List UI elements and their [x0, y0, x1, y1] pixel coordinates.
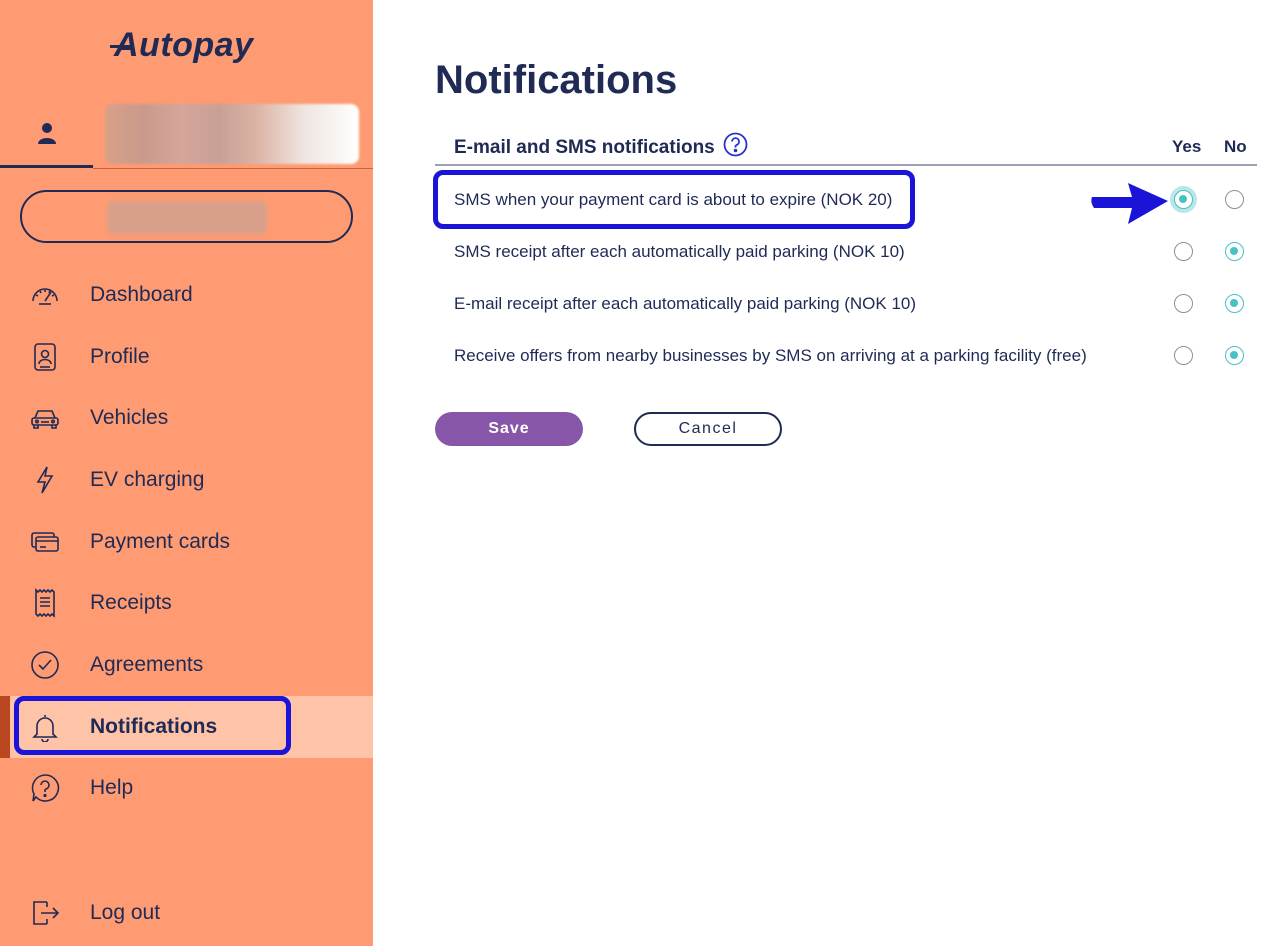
sidebar-item-label: Dashboard [90, 282, 193, 306]
sidebar-item-label: Profile [90, 344, 150, 368]
sidebar-item-dashboard[interactable]: Dashboard [0, 264, 373, 326]
car-icon [30, 403, 60, 433]
account-name-blurred [105, 104, 359, 164]
notification-row: SMS receipt after each automatically pai… [435, 226, 1257, 278]
sidebar-item-label: Help [90, 776, 134, 800]
sidebar-item-label: Receipts [90, 591, 172, 615]
notification-label: E-mail receipt after each automatically … [454, 294, 917, 313]
annotation-highlight-notifications [14, 696, 291, 755]
question-circle-icon[interactable] [723, 132, 748, 157]
sidebar-item-ev-charging[interactable]: EV charging [0, 449, 373, 511]
sidebar-item-label: Payment cards [90, 529, 231, 553]
logout-button[interactable]: Log out [0, 883, 373, 943]
sidebar: Autopay Dashboard Profile Vehicles EV ch… [0, 0, 373, 946]
user-icon [37, 122, 56, 144]
save-button[interactable]: Save [435, 412, 583, 446]
column-header-no: No [1224, 137, 1247, 156]
page-title: Notifications [435, 58, 678, 102]
notification-label: Receive offers from nearby businesses by… [454, 346, 1087, 365]
column-header-yes: Yes [1172, 137, 1202, 156]
autopay-logo[interactable]: Autopay [110, 26, 254, 65]
radio-yes[interactable] [1174, 190, 1193, 209]
check-circle-icon [30, 650, 60, 680]
sidebar-item-help[interactable]: Help [0, 758, 373, 820]
radio-no[interactable] [1225, 346, 1244, 365]
account-selector-blurred [107, 201, 267, 234]
sidebar-item-vehicles[interactable]: Vehicles [0, 387, 373, 449]
radio-no[interactable] [1225, 294, 1244, 313]
credit-cards-icon [30, 527, 60, 557]
sidebar-item-profile[interactable]: Profile [0, 326, 373, 388]
notification-label: SMS receipt after each automatically pai… [454, 242, 905, 261]
section-header: E-mail and SMS notifications [454, 137, 715, 158]
sidebar-item-label: Vehicles [90, 406, 169, 430]
radio-no[interactable] [1225, 242, 1244, 261]
radio-no[interactable] [1225, 190, 1244, 209]
annotation-highlight-row [433, 170, 915, 229]
active-marker [0, 695, 10, 758]
sidebar-item-receipts[interactable]: Receipts [0, 572, 373, 634]
sidebar-item-agreements[interactable]: Agreements [0, 634, 373, 696]
id-badge-icon [30, 342, 60, 372]
speedometer-icon [30, 280, 60, 310]
radio-yes[interactable] [1174, 346, 1193, 365]
receipt-icon [30, 588, 60, 619]
sidebar-item-payment-cards[interactable]: Payment cards [0, 511, 373, 573]
lightning-icon [30, 465, 60, 495]
notification-row: Receive offers from nearby businesses by… [435, 330, 1257, 382]
annotation-arrow-icon [1091, 183, 1168, 224]
notifications-table-header: E-mail and SMS notifications Yes No [435, 128, 1257, 166]
radio-yes[interactable] [1174, 294, 1193, 313]
logout-label: Log out [90, 901, 161, 924]
logo-text: Autopay [114, 26, 254, 64]
notification-row: E-mail receipt after each automatically … [435, 278, 1257, 330]
sidebar-item-label: EV charging [90, 467, 205, 491]
radio-yes[interactable] [1174, 242, 1193, 261]
cancel-button[interactable]: Cancel [634, 412, 782, 446]
sidebar-item-label: Agreements [90, 652, 204, 676]
help-bubble-icon [30, 773, 60, 803]
logout-icon [30, 898, 60, 928]
account-tab[interactable] [0, 100, 93, 168]
